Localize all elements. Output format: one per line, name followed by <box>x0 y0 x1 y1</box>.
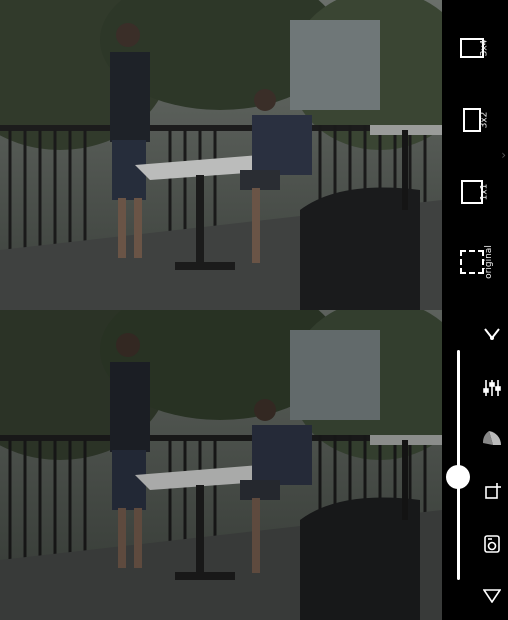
crop-icon[interactable] <box>480 480 504 504</box>
adjustment-slider-thumb[interactable] <box>446 464 470 489</box>
sliders-icon[interactable] <box>480 376 504 400</box>
chevron-down-icon[interactable] <box>480 322 504 346</box>
rect-icon <box>463 108 481 132</box>
crop-option-3x2[interactable]: 3x2 <box>450 98 494 142</box>
crop-option-1x1[interactable]: 1x1 <box>450 170 494 214</box>
fan-icon[interactable] <box>480 428 504 452</box>
crop-option-label: original <box>483 245 494 279</box>
crop-ratio-rail: 3x4 3x2 1x1 original › <box>442 0 508 310</box>
chevron-right-icon[interactable]: › <box>501 148 506 162</box>
crop-option-3x4[interactable]: 3x4 <box>450 26 494 70</box>
camera-icon[interactable] <box>480 532 504 556</box>
crop-option-original[interactable]: original <box>450 240 494 284</box>
crop-option-label: 3x2 <box>479 111 490 129</box>
crop-option-label: 3x4 <box>479 39 490 57</box>
tools-rail <box>442 310 508 620</box>
dashed-square-icon <box>460 250 484 274</box>
photo-preview-top <box>0 0 442 310</box>
photo-preview-bottom <box>0 310 442 620</box>
crop-option-label: 1x1 <box>479 183 490 201</box>
triangle-down-icon[interactable] <box>480 584 504 608</box>
